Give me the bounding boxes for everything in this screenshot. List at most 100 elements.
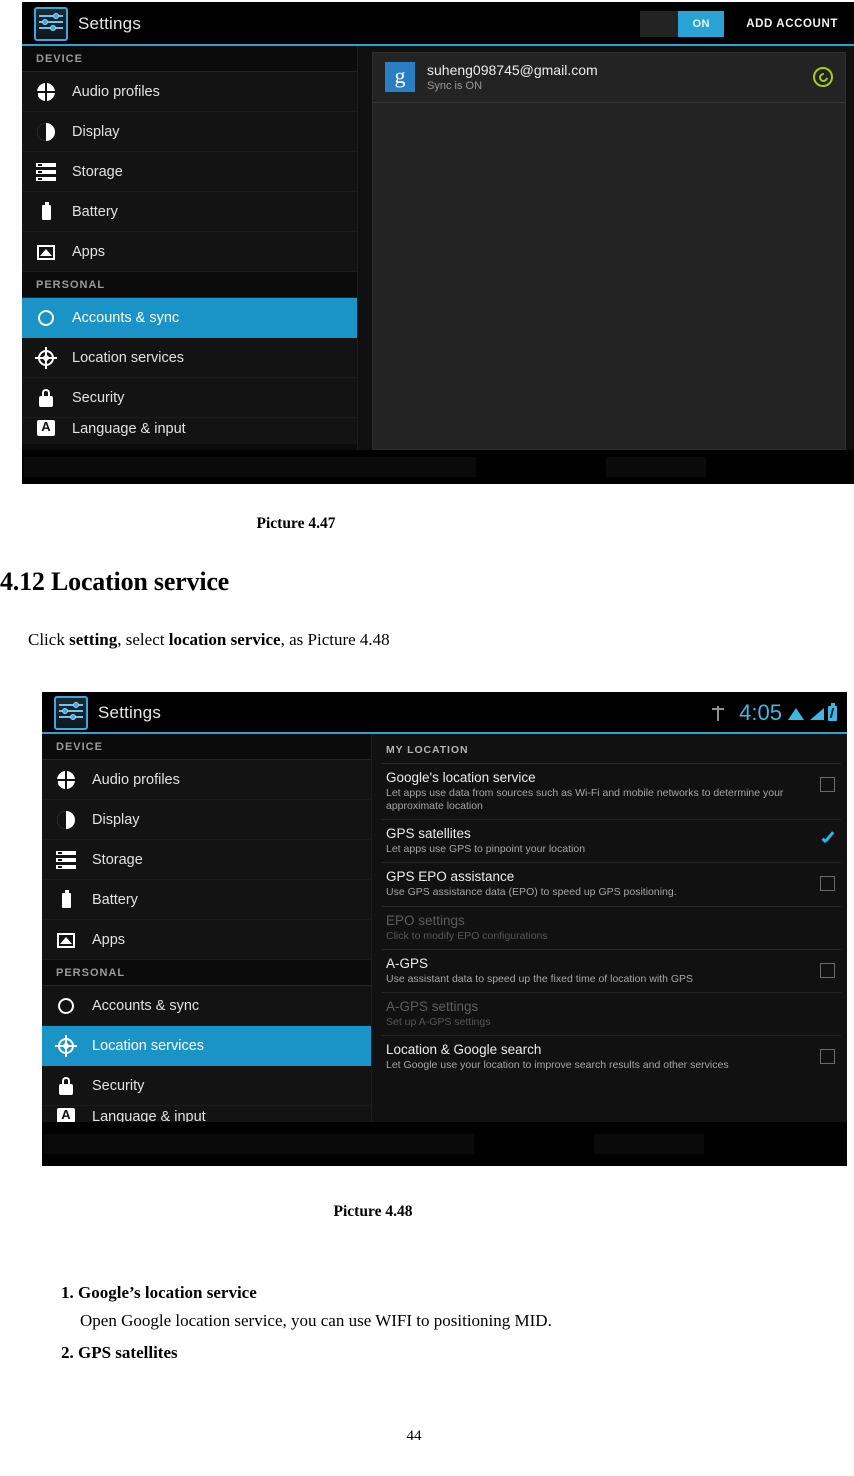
intro-suffix: , as Picture 4.48 (280, 630, 390, 649)
checkbox-location-google-search[interactable] (820, 1048, 835, 1064)
toggle-on-label: ON (678, 11, 725, 37)
checkbox-gps-satellites[interactable] (820, 833, 835, 848)
step-title: Google’s location service (78, 1283, 257, 1302)
sync-icon (36, 308, 56, 328)
sidebar-item-apps[interactable]: Apps (22, 232, 357, 272)
nav-slot-left (24, 457, 476, 477)
s2-settings-sidebar[interactable]: DEVICE Audio profiles Display Storage Ba… (42, 734, 372, 1122)
row-text: A-GPS settings Set up A-GPS settings (386, 999, 835, 1029)
apps-icon (36, 242, 56, 262)
location-row-gps-epo-assistance[interactable]: GPS EPO assistance Use GPS assistance da… (382, 863, 841, 907)
sidebar-item-storage[interactable]: Storage (42, 840, 371, 880)
row-description: Use GPS assistance data (EPO) to speed u… (386, 886, 677, 899)
s2-nav-bar[interactable] (42, 1122, 847, 1166)
display-icon (36, 122, 56, 142)
google-logo-icon: g (385, 62, 415, 92)
sidebar-item-language-input[interactable]: Language & input (42, 1106, 371, 1122)
language-icon (56, 1106, 76, 1122)
sync-active-icon (813, 67, 833, 87)
sidebar-item-location-services[interactable]: Location services (42, 1026, 371, 1066)
sidebar-item-accounts-sync[interactable]: Accounts & sync (42, 986, 371, 1026)
sidebar-item-label: Language & input (92, 1109, 206, 1122)
intro-mid: , select (117, 630, 169, 649)
location-row-gps-satellites[interactable]: GPS satellites Let apps use GPS to pinpo… (382, 820, 841, 864)
row-text: GPS EPO assistance Use GPS assistance da… (386, 869, 820, 899)
checkbox-gps-epo-assistance[interactable] (820, 876, 835, 892)
location-row-a-gps[interactable]: A-GPS Use assistant data to speed up the… (382, 950, 841, 993)
language-icon (36, 418, 56, 438)
location-row-location-google-search[interactable]: Location & Google search Let Google use … (382, 1036, 841, 1078)
sidebar-item-battery[interactable]: Battery (22, 192, 357, 232)
sidebar-item-label: Storage (72, 163, 123, 180)
location-row-google-location-service[interactable]: Google's location service Let apps use d… (382, 764, 841, 821)
page-number: 44 (406, 1428, 422, 1444)
sidebar-item-location-services[interactable]: Location services (22, 338, 357, 378)
s2-app-title: Settings (98, 703, 162, 722)
list-item: GPS satellites (78, 1343, 778, 1363)
storage-icon (56, 850, 76, 870)
location-settings-pane: MY LOCATION Google's location service Le… (372, 734, 847, 1122)
s1-settings-sidebar[interactable]: DEVICE Audio profiles Display Storage Ba… (22, 46, 358, 450)
account-row-google[interactable]: g suheng098745@gmail.com Sync is ON (373, 53, 845, 103)
s1-content-pane: g suheng098745@gmail.com Sync is ON (358, 46, 854, 450)
sidebar-item-label: Audio profiles (92, 771, 180, 788)
steps-list: Google’s location service Open Google lo… (0, 1283, 778, 1367)
sidebar-item-label: Storage (92, 851, 143, 868)
display-icon (56, 810, 76, 830)
nav-slot-right (594, 1134, 704, 1154)
settings-app-icon (34, 7, 68, 41)
sidebar-item-security[interactable]: Security (22, 378, 357, 418)
row-title: Location & Google search (386, 1041, 542, 1057)
row-title: Google's location service (386, 770, 536, 785)
location-row-a-gps-settings: A-GPS settings Set up A-GPS settings (382, 993, 841, 1036)
sidebar-item-display[interactable]: Display (22, 112, 357, 152)
location-icon (35, 346, 57, 369)
battery-icon (36, 202, 56, 222)
sidebar-item-label: Accounts & sync (72, 309, 180, 326)
lock-icon (56, 1076, 76, 1096)
sidebar-item-battery[interactable]: Battery (42, 880, 371, 920)
row-text: Google's location service Let apps use d… (386, 770, 820, 813)
sidebar-item-apps[interactable]: Apps (42, 920, 371, 960)
sidebar-item-language-input[interactable]: Language & input (22, 418, 357, 444)
sidebar-item-accounts-sync[interactable]: Accounts & sync (22, 298, 357, 338)
s2-system-bar: Settings 4:05 (42, 692, 847, 734)
apps-icon (56, 930, 76, 950)
status-clock: 4:05 (739, 700, 782, 725)
sidebar-item-display[interactable]: Display (42, 800, 371, 840)
s2-status-area: 4:05 (711, 700, 837, 726)
sidebar-item-storage[interactable]: Storage (22, 152, 357, 192)
row-text: Location & Google search Let Google use … (386, 1042, 820, 1072)
s1-group-device: DEVICE (22, 46, 357, 72)
sync-master-toggle[interactable]: ON (640, 11, 725, 37)
sidebar-item-label: Accounts & sync (92, 997, 200, 1014)
row-description: Let apps use data from sources such as W… (386, 787, 784, 813)
sidebar-item-label: Apps (92, 931, 126, 948)
row-title: GPS satellites (386, 826, 471, 842)
sidebar-item-audio-profiles[interactable]: Audio profiles (22, 72, 357, 112)
row-description: Let apps use GPS to pinpoint your locati… (386, 843, 586, 856)
s2-body: DEVICE Audio profiles Display Storage Ba… (42, 734, 847, 1122)
add-account-button[interactable]: ADD ACCOUNT (746, 18, 838, 30)
settings-app-icon (54, 696, 88, 730)
intro-bold-location-service: location service (168, 630, 281, 649)
checkbox-a-gps[interactable] (820, 962, 835, 978)
sync-icon (56, 996, 76, 1016)
s1-nav-bar[interactable] (22, 450, 854, 484)
intro-bold-setting: setting (69, 630, 118, 649)
intro-paragraph: Click setting, select location service, … (28, 630, 390, 650)
row-description: Click to modify EPO configurations (386, 929, 548, 942)
sidebar-item-label: Battery (72, 203, 118, 220)
row-text: EPO settings Click to modify EPO configu… (386, 913, 835, 943)
sidebar-item-security[interactable]: Security (42, 1066, 371, 1106)
intro-prefix: Click (28, 630, 70, 649)
step-description: Open Google location service, you can us… (80, 1311, 552, 1330)
sidebar-item-label: Security (72, 389, 125, 406)
toggle-knob (640, 11, 679, 37)
sidebar-item-label: Display (72, 123, 120, 140)
figure-caption-448: Picture 4.48 (333, 1203, 413, 1220)
sidebar-item-audio-profiles[interactable]: Audio profiles (42, 760, 371, 800)
checkbox-google-location-service[interactable] (820, 777, 835, 792)
audio-profiles-icon (36, 81, 56, 102)
screenshot-accounts-sync: Settings ON ADD ACCOUNT DEVICE Audio pro… (22, 2, 854, 484)
